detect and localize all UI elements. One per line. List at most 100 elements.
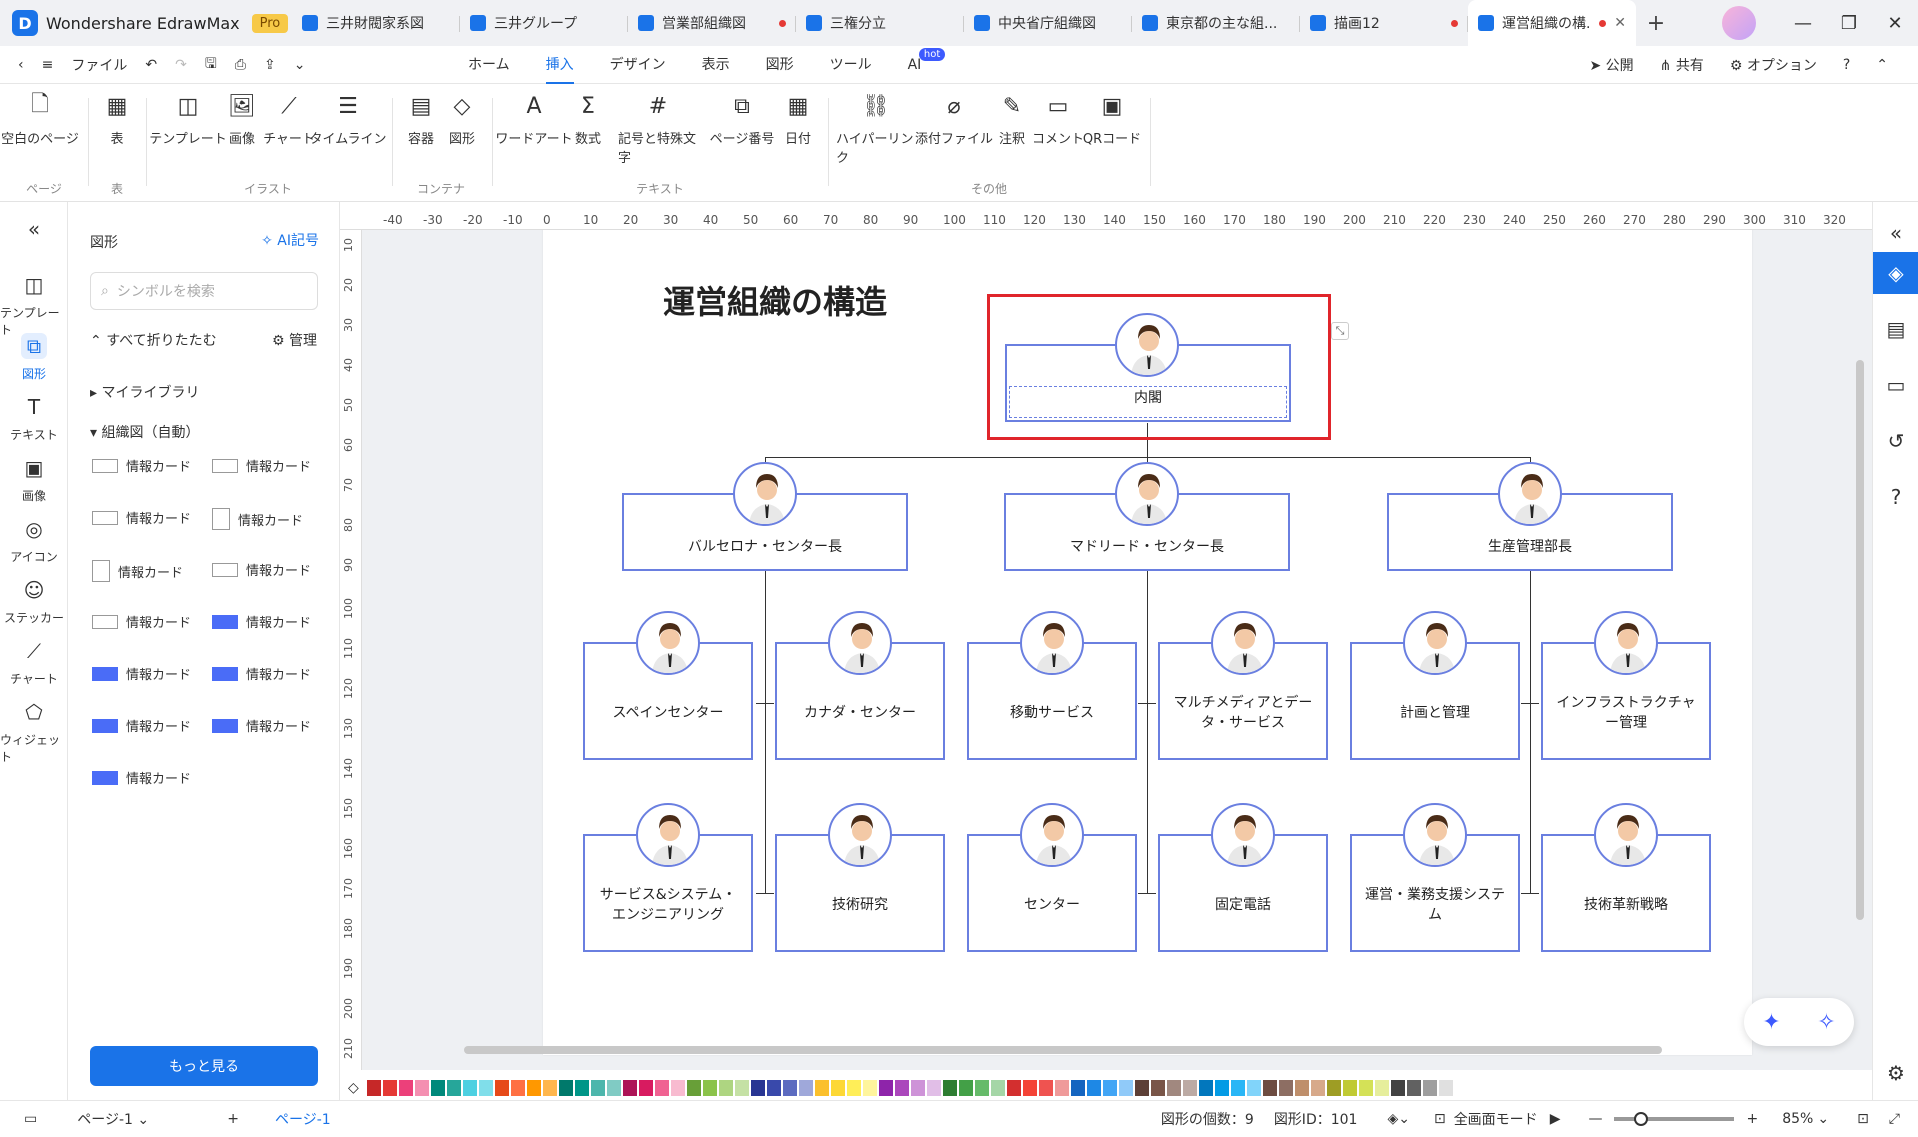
close-icon[interactable]: ✕: [1872, 13, 1918, 34]
color-swatch[interactable]: [1054, 1080, 1069, 1096]
color-swatch[interactable]: [942, 1080, 957, 1096]
export-icon[interactable]: ⇪: [264, 57, 276, 73]
manage-button[interactable]: ⚙ 管理: [272, 330, 317, 350]
fill-style-icon[interactable]: ◈: [1873, 252, 1918, 294]
color-swatch[interactable]: [1358, 1080, 1373, 1096]
fullscreen-button[interactable]: 全画面モード: [1454, 1109, 1538, 1129]
info-card-item[interactable]: 情報カード: [212, 456, 311, 475]
left-bar-item[interactable]: ◎ アイコン: [0, 516, 68, 565]
collapse-ribbon-icon[interactable]: ⌃: [1876, 57, 1888, 73]
color-swatch[interactable]: [750, 1080, 765, 1096]
save-icon[interactable]: 🖫: [205, 53, 217, 77]
color-swatch[interactable]: [382, 1080, 397, 1096]
color-swatch[interactable]: [1022, 1080, 1037, 1096]
my-library-section[interactable]: ▸ マイライブラリ: [90, 382, 199, 402]
color-swatch[interactable]: [702, 1080, 717, 1096]
ribbon-button[interactable]: ⛓ ハイパーリンク: [836, 92, 916, 167]
doc-tab[interactable]: 運営組織の構... ✕: [1468, 0, 1636, 46]
help-icon[interactable]: ?: [1843, 57, 1850, 73]
ribbon-button[interactable]: ▣ QRコード: [1072, 92, 1152, 148]
fill-bucket-icon[interactable]: ◇: [348, 1080, 359, 1096]
color-swatch[interactable]: [462, 1080, 477, 1096]
hamburger-menu-icon[interactable]: ≡: [42, 57, 54, 73]
share-button[interactable]: ⋔ 共有: [1660, 55, 1704, 75]
info-card-item[interactable]: 情報カード: [92, 612, 191, 631]
info-card-item[interactable]: 情報カード: [212, 508, 303, 530]
color-swatch[interactable]: [654, 1080, 669, 1096]
info-card-item[interactable]: 情報カード: [92, 716, 191, 735]
color-swatch[interactable]: [398, 1080, 413, 1096]
color-swatch[interactable]: [1198, 1080, 1213, 1096]
info-card-item[interactable]: 情報カード: [212, 716, 311, 735]
more-dropdown-icon[interactable]: ⌄: [294, 57, 306, 73]
info-card-item[interactable]: 情報カード: [92, 560, 183, 582]
color-swatch[interactable]: [718, 1080, 733, 1096]
color-swatch[interactable]: [622, 1080, 637, 1096]
fullscreen-icon[interactable]: ⤢: [1889, 1111, 1900, 1127]
color-swatch[interactable]: [798, 1080, 813, 1096]
menu-tab[interactable]: 挿入: [528, 46, 592, 84]
color-swatch[interactable]: [1278, 1080, 1293, 1096]
presentation-icon[interactable]: ▭: [1873, 364, 1918, 406]
layers-icon[interactable]: ◈⌄: [1387, 1111, 1410, 1127]
color-swatch[interactable]: [782, 1080, 797, 1096]
color-swatch[interactable]: [862, 1080, 877, 1096]
doc-tab[interactable]: 営業部組織図: [628, 0, 796, 46]
menu-tab[interactable]: AI hot: [890, 46, 946, 84]
ai-symbol-button[interactable]: ✧ AI記号: [261, 230, 319, 250]
color-swatch[interactable]: [1150, 1080, 1165, 1096]
color-swatch[interactable]: [574, 1080, 589, 1096]
publish-button[interactable]: ➤ 公開: [1589, 55, 1633, 75]
left-bar-item[interactable]: ◫ テンプレート: [0, 272, 68, 338]
ribbon-button[interactable]: # 記号と特殊文字: [618, 92, 698, 167]
ribbon-button[interactable]: Σ 数式: [548, 92, 628, 148]
color-swatch[interactable]: [1326, 1080, 1341, 1096]
user-avatar[interactable]: [1722, 6, 1756, 40]
page-selector[interactable]: ページ-1 ⌄: [77, 1109, 207, 1129]
color-swatch[interactable]: [510, 1080, 525, 1096]
left-bar-item[interactable]: ▣ 画像: [0, 455, 68, 504]
color-swatch[interactable]: [1214, 1080, 1229, 1096]
color-swatch[interactable]: [926, 1080, 941, 1096]
fit-window-icon[interactable]: ⊡: [1857, 1111, 1869, 1127]
color-swatch[interactable]: [1390, 1080, 1405, 1096]
restore-icon[interactable]: ❐: [1826, 13, 1872, 34]
menu-tab[interactable]: ホーム: [450, 46, 528, 84]
resize-handle[interactable]: ⤡: [1331, 322, 1349, 340]
color-swatch[interactable]: [958, 1080, 973, 1096]
expand-panel-icon[interactable]: «: [1873, 212, 1918, 254]
color-swatch[interactable]: [1070, 1080, 1085, 1096]
menu-tab[interactable]: 図形: [748, 46, 812, 84]
color-swatch[interactable]: [1166, 1080, 1181, 1096]
color-swatch[interactable]: [686, 1080, 701, 1096]
doc-tab[interactable]: 三井財閥家系図: [292, 0, 460, 46]
left-bar-item[interactable]: ☺ ステッカー: [0, 577, 68, 626]
color-swatch[interactable]: [1422, 1080, 1437, 1096]
ribbon-button[interactable]: ☰ タイムライン: [308, 92, 388, 148]
color-swatch[interactable]: [766, 1080, 781, 1096]
zoom-slider[interactable]: [1614, 1112, 1735, 1126]
zoom-slider-thumb[interactable]: [1634, 1112, 1649, 1126]
symbol-search-input[interactable]: ⌕ シンボルを検索: [90, 272, 318, 310]
info-card-item[interactable]: 情報カード: [212, 612, 311, 631]
collapse-all-button[interactable]: ⌃ すべて折りたたむ: [90, 330, 217, 350]
play-icon[interactable]: ▶: [1550, 1111, 1561, 1127]
menu-tab[interactable]: ツール: [812, 46, 890, 84]
menu-tab[interactable]: 表示: [684, 46, 748, 84]
color-swatch[interactable]: [590, 1080, 605, 1096]
redo-icon[interactable]: ↷: [175, 57, 187, 73]
color-swatch[interactable]: [1406, 1080, 1421, 1096]
color-swatch[interactable]: [446, 1080, 461, 1096]
back-icon[interactable]: ‹: [18, 57, 24, 73]
color-swatch[interactable]: [814, 1080, 829, 1096]
file-menu[interactable]: ファイル: [71, 55, 127, 75]
color-swatch[interactable]: [894, 1080, 909, 1096]
org-chart-section[interactable]: ▾ 組織図（自動）: [90, 422, 199, 442]
page-panel-icon[interactable]: ▭: [24, 1111, 37, 1127]
color-swatch[interactable]: [430, 1080, 445, 1096]
color-swatch[interactable]: [1086, 1080, 1101, 1096]
color-swatch[interactable]: [478, 1080, 493, 1096]
page-tab[interactable]: ページ-1: [275, 1109, 331, 1129]
ribbon-button[interactable]: ▦ 日付: [758, 92, 838, 148]
help-circle-icon[interactable]: ?: [1873, 476, 1918, 518]
